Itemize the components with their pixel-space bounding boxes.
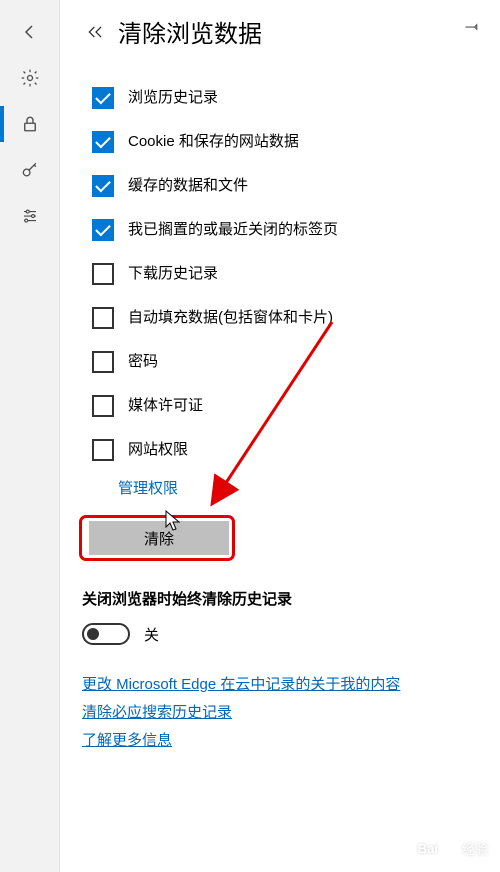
clear-data-panel: 清除浏览数据 浏览历史记录 Cookie 和保存的网站数据缓存的数据和文件我已搁置…	[60, 0, 500, 872]
option-checkbox[interactable]	[92, 219, 114, 241]
bing-history-link[interactable]: 清除必应搜索历史记录	[82, 699, 478, 727]
option-row: 媒体许可证	[92, 395, 478, 417]
option-checkbox[interactable]	[92, 131, 114, 153]
option-checkbox[interactable]	[92, 395, 114, 417]
clear-button[interactable]: 清除	[89, 521, 229, 555]
option-row: Cookie 和保存的网站数据	[92, 131, 478, 153]
option-row: 我已搁置的或最近关闭的标签页	[92, 219, 478, 241]
option-label: 浏览历史记录	[128, 87, 218, 109]
option-checkbox[interactable]	[92, 307, 114, 329]
option-label: 自动填充数据(包括窗体和卡片)	[128, 307, 333, 329]
option-label: 密码	[128, 351, 158, 373]
option-checkbox[interactable]	[92, 175, 114, 197]
option-checkbox[interactable]	[92, 263, 114, 285]
always-clear-toggle[interactable]	[82, 623, 130, 645]
option-row: 自动填充数据(包括窗体和卡片)	[92, 307, 478, 329]
toggle-state-label: 关	[144, 624, 159, 645]
options-list: 浏览历史记录 Cookie 和保存的网站数据缓存的数据和文件我已搁置的或最近关闭的…	[92, 87, 478, 461]
pin-icon[interactable]	[464, 18, 482, 40]
option-row: 缓存的数据和文件	[92, 175, 478, 197]
option-label: 下载历史记录	[128, 263, 218, 285]
external-links: 更改 Microsoft Edge 在云中记录的关于我的内容 清除必应搜索历史记…	[82, 671, 478, 755]
option-checkbox[interactable]	[92, 439, 114, 461]
option-label: Cookie 和保存的网站数据	[128, 131, 299, 153]
option-row: 下载历史记录	[92, 263, 478, 285]
panel-title: 清除浏览数据	[118, 14, 262, 49]
settings-gear-icon[interactable]	[10, 58, 50, 98]
clear-button-highlight: 清除	[82, 518, 232, 558]
option-checkbox[interactable]	[92, 87, 114, 109]
back-nav-icon[interactable]	[10, 12, 50, 52]
option-label: 网站权限	[128, 439, 188, 461]
option-checkbox[interactable]	[92, 351, 114, 373]
manage-permissions-link[interactable]: 管理权限	[118, 477, 478, 498]
passwords-key-icon[interactable]	[10, 150, 50, 190]
option-row: 网站权限	[92, 439, 478, 461]
learn-more-link[interactable]: 了解更多信息	[82, 727, 478, 755]
option-label: 媒体许可证	[128, 395, 203, 417]
cloud-data-link[interactable]: 更改 Microsoft Edge 在云中记录的关于我的内容	[82, 671, 478, 699]
advanced-sliders-icon[interactable]	[10, 196, 50, 236]
option-row: 密码	[92, 351, 478, 373]
settings-sidebar	[0, 0, 60, 872]
panel-back-icon[interactable]	[82, 18, 110, 46]
privacy-lock-icon[interactable]	[10, 104, 50, 144]
always-clear-heading: 关闭浏览器时始终清除历史记录	[82, 588, 478, 609]
baidu-watermark: Bai 经验	[418, 839, 488, 858]
option-label: 我已搁置的或最近关闭的标签页	[128, 219, 338, 241]
option-row: 浏览历史记录	[92, 87, 478, 109]
option-label: 缓存的数据和文件	[128, 175, 248, 197]
